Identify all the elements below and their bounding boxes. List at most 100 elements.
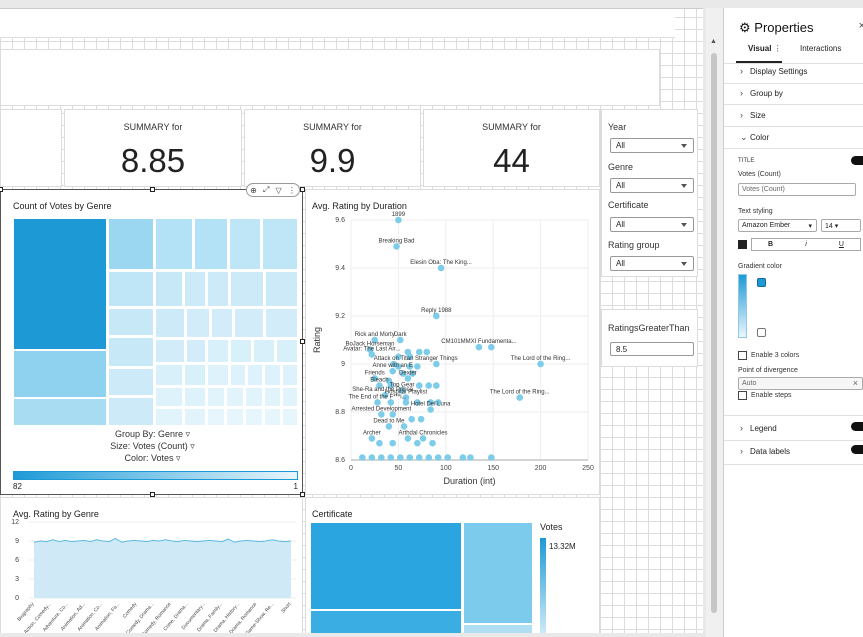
treemap-cell[interactable] <box>184 408 206 426</box>
clear-icon[interactable]: × <box>853 378 858 388</box>
resize-handle[interactable] <box>150 187 155 192</box>
font-size-dropdown[interactable]: 14 ▾ <box>821 219 861 232</box>
font-dropdown[interactable]: Amazon Ember ▾ <box>738 219 817 232</box>
treemap-cell[interactable] <box>207 387 225 407</box>
section-legend[interactable]: › Legend <box>740 423 777 433</box>
kpi-card-1[interactable]: SUMMARY for 8.85 <box>64 109 242 187</box>
treemap-cell[interactable] <box>13 398 107 426</box>
section-data-labels[interactable]: › Data labels <box>740 446 790 456</box>
treemap-cell[interactable] <box>230 364 246 386</box>
treemap-certificate[interactable]: Certificate Votes 13.32M <box>305 497 600 633</box>
treemap-votes-by-genre[interactable]: Count of Votes by Genre ⊕ ⤢ ▽ ⋮ Group By… <box>0 183 305 497</box>
treemap-cell[interactable] <box>108 337 154 367</box>
treemap-cell[interactable] <box>264 364 281 386</box>
treemap-cell[interactable] <box>253 339 275 363</box>
treemap-cell[interactable] <box>13 218 107 350</box>
treemap-cell[interactable] <box>229 218 261 270</box>
treemap-cell[interactable] <box>13 350 107 398</box>
treemap-cell[interactable] <box>207 339 229 363</box>
treemap-cell[interactable] <box>186 339 206 363</box>
enable-steps-checkbox[interactable] <box>738 391 747 400</box>
bold-button[interactable]: B <box>768 241 773 248</box>
resize-handle[interactable] <box>0 187 3 192</box>
group-by-field[interactable]: Group By: Genre ▿ <box>1 428 304 440</box>
treemap-cell[interactable] <box>211 308 233 338</box>
treemap-cell[interactable] <box>184 387 206 407</box>
focus-icon[interactable]: ⊕ <box>250 186 257 195</box>
gradient-stop-min[interactable] <box>757 328 766 337</box>
tab-interactions[interactable]: Interactions <box>800 44 841 53</box>
treemap-cell[interactable] <box>245 408 263 426</box>
treemap-cell[interactable] <box>155 364 183 386</box>
kpi-card-partial[interactable] <box>0 109 62 187</box>
treemap-cell[interactable] <box>108 271 154 307</box>
expand-icon[interactable]: ⤢ <box>263 185 269 195</box>
treemap-cell[interactable] <box>276 339 298 363</box>
scroll-up-icon[interactable]: ▲ <box>710 38 717 45</box>
scroll-thumb[interactable] <box>711 53 717 613</box>
section-size[interactable]: › Size <box>740 110 766 120</box>
treemap-cell[interactable] <box>184 364 206 386</box>
treemap-cell[interactable] <box>247 364 263 386</box>
more-icon[interactable]: ⋮ <box>288 186 296 195</box>
genre-dropdown[interactable]: All <box>610 178 694 193</box>
italic-button[interactable]: i <box>805 241 807 248</box>
rating-group-dropdown[interactable]: All <box>610 256 694 271</box>
treemap-cell[interactable] <box>310 522 462 610</box>
treemap-cell[interactable] <box>282 387 298 407</box>
treemap-cell[interactable] <box>226 408 244 426</box>
tab-visual[interactable]: Visual ⋮ <box>748 44 782 53</box>
treemap-cell[interactable] <box>264 408 281 426</box>
size-field[interactable]: Size: Votes (Count) ▿ <box>1 440 304 452</box>
treemap-cell[interactable] <box>463 624 533 633</box>
treemap-cell[interactable] <box>155 271 183 307</box>
kpi-card-3[interactable]: SUMMARY for 44 <box>423 109 600 187</box>
close-icon[interactable]: × <box>859 20 863 32</box>
underline-button[interactable]: U <box>839 241 844 248</box>
votes-title-input[interactable]: Votes (Count) <box>738 183 856 196</box>
filter-icon[interactable]: ▽ <box>276 186 282 195</box>
treemap-cell[interactable] <box>207 271 229 307</box>
treemap-cell[interactable] <box>155 308 185 338</box>
treemap-cell[interactable] <box>230 339 252 363</box>
treemap-cell[interactable] <box>264 387 281 407</box>
treemap-cell[interactable] <box>207 408 225 426</box>
section-display-settings[interactable]: › Display Settings <box>740 66 807 76</box>
enable-3-colors-checkbox[interactable] <box>738 351 747 360</box>
treemap-cell[interactable] <box>282 364 298 386</box>
treemap-cell[interactable] <box>155 387 183 407</box>
ratings-input[interactable]: 8.5 <box>610 342 694 356</box>
treemap-cell[interactable] <box>155 408 183 426</box>
treemap-cell[interactable] <box>282 408 298 426</box>
treemap-cell[interactable] <box>265 271 298 307</box>
treemap-cell[interactable] <box>207 364 229 386</box>
section-color[interactable]: ⌄ Color <box>740 132 769 143</box>
treemap-cell[interactable] <box>234 308 264 338</box>
treemap-cell[interactable] <box>155 339 185 363</box>
treemap-cell[interactable] <box>245 387 263 407</box>
treemap-cell[interactable] <box>463 522 533 624</box>
data-labels-toggle[interactable] <box>851 445 863 454</box>
gradient-stop-max[interactable] <box>757 278 766 287</box>
canvas-scrollbar[interactable]: ▲ <box>706 8 723 637</box>
treemap-cell[interactable] <box>184 271 206 307</box>
section-group-by[interactable]: › Group by <box>740 88 783 98</box>
treemap-cell[interactable] <box>108 368 154 396</box>
certificate-dropdown[interactable]: All <box>610 217 694 232</box>
treemap-cell[interactable] <box>108 397 154 426</box>
treemap-cell[interactable] <box>186 308 210 338</box>
treemap-cell[interactable] <box>108 308 154 336</box>
more-icon[interactable]: ⋮ <box>774 44 782 53</box>
kpi-card-2[interactable]: SUMMARY for 9.9 <box>244 109 421 187</box>
treemap-cell[interactable] <box>310 610 462 633</box>
treemap-cell[interactable] <box>194 218 228 270</box>
title-toggle[interactable] <box>851 156 863 165</box>
treemap-cell[interactable] <box>230 271 264 307</box>
empty-text-box[interactable] <box>0 49 660 106</box>
scatter-rating-by-duration[interactable]: Avg. Rating by Duration 0 50 100 150 200 250 8… <box>305 189 600 495</box>
treemap-cell[interactable] <box>265 308 298 338</box>
year-dropdown[interactable]: All <box>610 138 694 153</box>
divergence-input[interactable]: Auto × <box>738 377 863 390</box>
treemap-cell[interactable] <box>262 218 298 270</box>
legend-toggle[interactable] <box>851 422 863 431</box>
